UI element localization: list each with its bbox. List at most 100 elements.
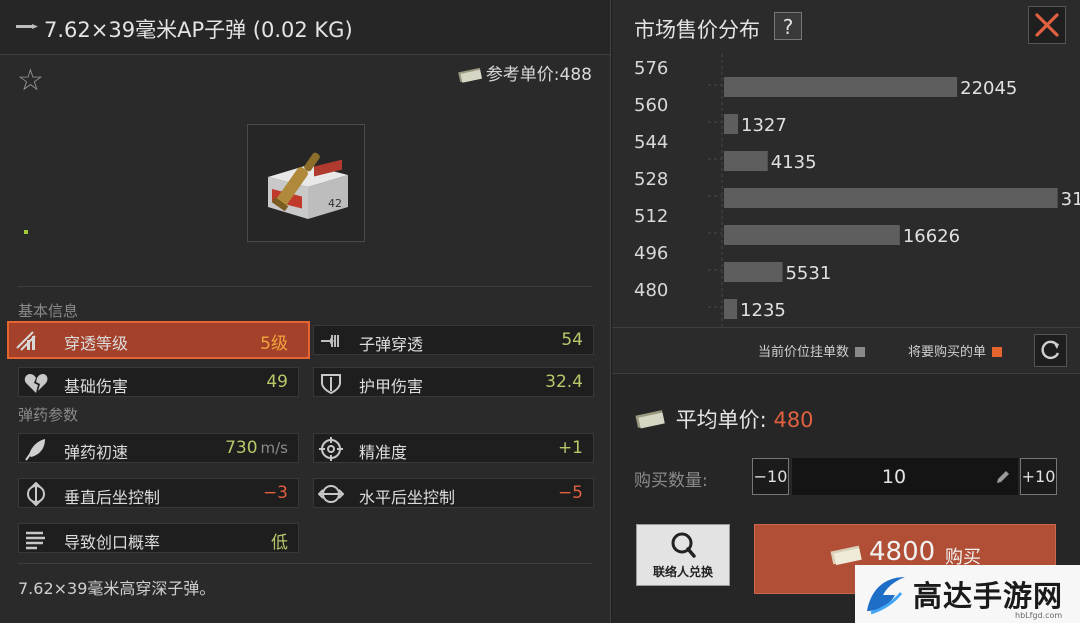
stat-row: 护甲伤害 32.4 bbox=[313, 367, 594, 397]
stat-row: 穿透等级 5级 bbox=[7, 321, 310, 359]
stat-value-text: 54 bbox=[561, 330, 583, 350]
watermark-logo-icon bbox=[867, 577, 905, 615]
stat-label: 弹药初速 bbox=[64, 443, 129, 462]
stat-label: 穿透等级 bbox=[64, 334, 129, 353]
price-tick-label: 528 bbox=[634, 169, 668, 190]
quantity-minus-button[interactable]: −10 bbox=[752, 458, 789, 495]
stat-value: −5 bbox=[558, 483, 583, 503]
item-detail-panel: 7.62×39毫米AP子弹 (0.02 KG) ☆ 参考单价:488 42 基本… bbox=[0, 0, 611, 623]
stat-value-text: 5级 bbox=[260, 334, 288, 354]
contact-exchange-label: 联络人兑换 bbox=[652, 565, 713, 579]
stat-value: 54 bbox=[561, 330, 583, 350]
stat-label: 基础伤害 bbox=[64, 377, 129, 396]
legend-current-label: 当前价位挂单数 bbox=[758, 345, 850, 360]
stat-value-text: 低 bbox=[271, 533, 288, 553]
price-tick-label: 576 bbox=[634, 58, 668, 79]
price-bar[interactable] bbox=[724, 114, 739, 134]
refresh-icon bbox=[1041, 340, 1060, 360]
close-button[interactable] bbox=[1028, 6, 1066, 44]
quantity-label: 购买数量: bbox=[634, 471, 708, 491]
stat-value-text: −5 bbox=[557, 483, 583, 503]
price-bar[interactable] bbox=[724, 262, 783, 282]
stat-value: 730 m/s bbox=[225, 438, 288, 458]
price-bar[interactable] bbox=[724, 151, 768, 171]
quantity-input[interactable] bbox=[792, 458, 1018, 495]
stat-value-text: 32.4 bbox=[545, 372, 583, 392]
stat-value: 49 bbox=[266, 372, 288, 392]
average-price: 平均单价: 480 bbox=[634, 404, 814, 434]
cash-icon bbox=[458, 67, 482, 83]
legend-buy-label: 将要购买的单 bbox=[908, 345, 987, 360]
cash-icon bbox=[635, 410, 665, 429]
armor-damage-icon bbox=[321, 374, 341, 395]
stat-value: 32.4 bbox=[545, 372, 583, 392]
stat-row: 水平后坐控制 −5 bbox=[313, 478, 594, 508]
stat-label: 水平后坐控制 bbox=[359, 488, 456, 507]
svg-text:42: 42 bbox=[328, 197, 342, 210]
price-tick-label: 512 bbox=[634, 206, 668, 227]
price-bar[interactable] bbox=[724, 77, 958, 97]
watermark-url: hbLfgd.com bbox=[1015, 611, 1063, 620]
divider bbox=[18, 563, 592, 564]
help-icon[interactable]: ? bbox=[774, 12, 802, 40]
bullet-icon bbox=[16, 24, 38, 29]
item-description: 7.62×39毫米高穿深子弹。 bbox=[18, 579, 216, 598]
crosshair-icon bbox=[319, 437, 343, 461]
status-dot bbox=[24, 230, 28, 234]
price-bar[interactable] bbox=[724, 188, 1058, 208]
price-bar[interactable] bbox=[724, 225, 900, 245]
stat-value: 低 bbox=[271, 528, 288, 553]
stat-value: 5级 bbox=[260, 329, 288, 354]
section-basic-info: 基本信息 bbox=[18, 302, 79, 320]
horizontal-recoil-icon bbox=[318, 485, 344, 503]
stat-label: 垂直后坐控制 bbox=[64, 488, 161, 507]
reference-price-text: 参考单价:488 bbox=[485, 65, 592, 85]
cash-icon bbox=[830, 545, 862, 566]
contact-exchange-button[interactable]: 联络人兑换 bbox=[636, 524, 730, 586]
stat-row: 导致创口概率 低 bbox=[18, 523, 299, 553]
stat-value-text: +1 bbox=[557, 438, 583, 458]
watermark-text: 高达手游网 bbox=[913, 579, 1064, 613]
legend-buy-orders: 将要购买的单 bbox=[908, 341, 1003, 360]
stat-value-text: −3 bbox=[262, 483, 288, 503]
stat-label: 护甲伤害 bbox=[359, 377, 424, 396]
price-tick-label: 560 bbox=[634, 95, 668, 116]
legend-gray-swatch bbox=[855, 347, 866, 357]
stat-label: 导致创口概率 bbox=[64, 533, 161, 552]
ammo-box-icon: 42 bbox=[268, 152, 348, 219]
price-bar[interactable] bbox=[724, 299, 738, 319]
market-panel: 市场售价分布 ? 5762204556013275444135528315505… bbox=[612, 0, 1080, 623]
pencil-icon[interactable] bbox=[994, 468, 1012, 486]
search-icon bbox=[671, 532, 696, 558]
bar-value-label: 1235 bbox=[740, 300, 786, 321]
item-title: 7.62×39毫米AP子弹 (0.02 KG) bbox=[44, 18, 353, 42]
stat-row: 精准度 +1 bbox=[313, 433, 594, 463]
price-distribution-chart: 576 22045 560 1327 544 4135 528 31550 512 16626 49… bbox=[634, 54, 1080, 327]
legend-current-orders: 当前价位挂单数 bbox=[758, 341, 866, 360]
price-tick-label: 480 bbox=[634, 280, 668, 301]
legend-orange-swatch bbox=[992, 347, 1003, 357]
bar-value-label: 16626 bbox=[903, 226, 960, 247]
broken-heart-icon bbox=[24, 374, 48, 393]
item-image-frame[interactable]: 42 bbox=[247, 124, 365, 242]
average-price-label: 平均单价: bbox=[675, 408, 767, 432]
bleed-icon bbox=[26, 531, 45, 550]
bar-value-label: 22045 bbox=[960, 78, 1017, 99]
bar-value-label: 1327 bbox=[741, 115, 787, 136]
reference-price: 参考单价:488 bbox=[457, 60, 592, 85]
stat-value-text: 49 bbox=[266, 372, 288, 392]
bar-value-label: 31550 bbox=[1061, 189, 1080, 210]
refresh-button[interactable] bbox=[1034, 334, 1067, 367]
favorite-star-icon[interactable]: ☆ bbox=[17, 66, 44, 96]
buy-price: 4800 bbox=[869, 537, 936, 567]
close-icon bbox=[1035, 13, 1059, 37]
market-title: 市场售价分布 bbox=[634, 18, 760, 42]
stat-value: +1 bbox=[558, 438, 583, 458]
stat-label: 子弹穿透 bbox=[359, 335, 424, 354]
stat-value: −3 bbox=[263, 483, 288, 503]
average-price-value: 480 bbox=[773, 408, 814, 432]
divider bbox=[18, 286, 592, 287]
watermark: 高达手游网 hbLfgd.com bbox=[855, 565, 1080, 623]
quantity-plus-button[interactable]: +10 bbox=[1020, 458, 1057, 495]
vertical-recoil-icon bbox=[27, 482, 45, 506]
